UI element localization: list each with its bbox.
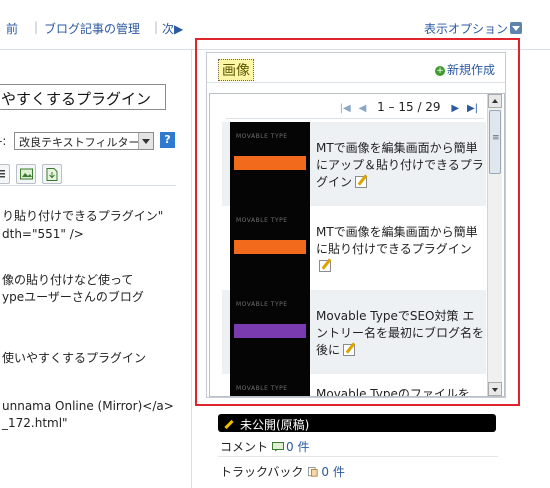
pencil-icon [224,419,234,430]
trackback-label: トラックバック [220,465,304,479]
code-line: dth="551" /> [2,227,84,241]
comment-icon [272,442,285,452]
text-filter-value: 改良テキストフィルター [19,136,140,149]
code-line: ypeユーザーさんのブログ [2,290,144,304]
code-line: unnama Online (Mirror)</a> [2,399,174,413]
divider [218,456,498,457]
separator-2: | [154,20,159,34]
chevron-down-icon [138,133,153,149]
comment-label: コメント [220,440,269,454]
status-label: 未公開(原稿) [240,418,310,432]
prev-link[interactable]: 前 [6,20,18,37]
publish-status-badge: 未公開(原稿) [218,414,496,432]
next-link[interactable]: 次▶ [162,20,183,37]
filter-label: -: [0,134,7,148]
list-icon [0,170,5,178]
comment-row: コメント 0 件 [220,438,309,455]
code-line: り貼り付けできるプラグイン" [2,209,164,223]
image-icon [20,168,33,180]
text-filter-select[interactable]: 改良テキストフィルター [14,132,154,150]
entry-editor: やすくするプラグイン -: 改良テキストフィルター ? り貼り付けできるプラグイ… [0,50,192,488]
trackback-count[interactable]: 0 件 [321,465,344,479]
code-line: 使いやすくするプラグイン [2,351,147,365]
trackback-row: トラックバック 0 件 [220,463,345,480]
separator-1: | [34,20,39,34]
highlight-annotation-box [195,38,520,406]
editor-toolbar [0,162,176,186]
code-line: 像の貼り付けなど使って [2,273,134,287]
comment-count[interactable]: 0 件 [286,440,309,454]
file-icon [46,168,58,181]
trackback-icon [308,467,318,477]
insert-file-button[interactable] [42,164,62,184]
display-options-link[interactable]: 表示オプション [424,20,508,37]
entry-title-input[interactable]: やすくするプラグイン [0,84,166,110]
manage-entries-link[interactable]: ブログ記事の管理 [44,20,140,37]
help-button[interactable]: ? [160,132,175,148]
next-label: 次 [162,22,175,36]
code-line: _172.html" [2,416,68,430]
list-format-button[interactable] [0,164,10,184]
display-options-dropdown-icon[interactable] [510,22,522,34]
next-arrow-icon: ▶ [174,22,184,36]
insert-image-button[interactable] [16,164,36,184]
